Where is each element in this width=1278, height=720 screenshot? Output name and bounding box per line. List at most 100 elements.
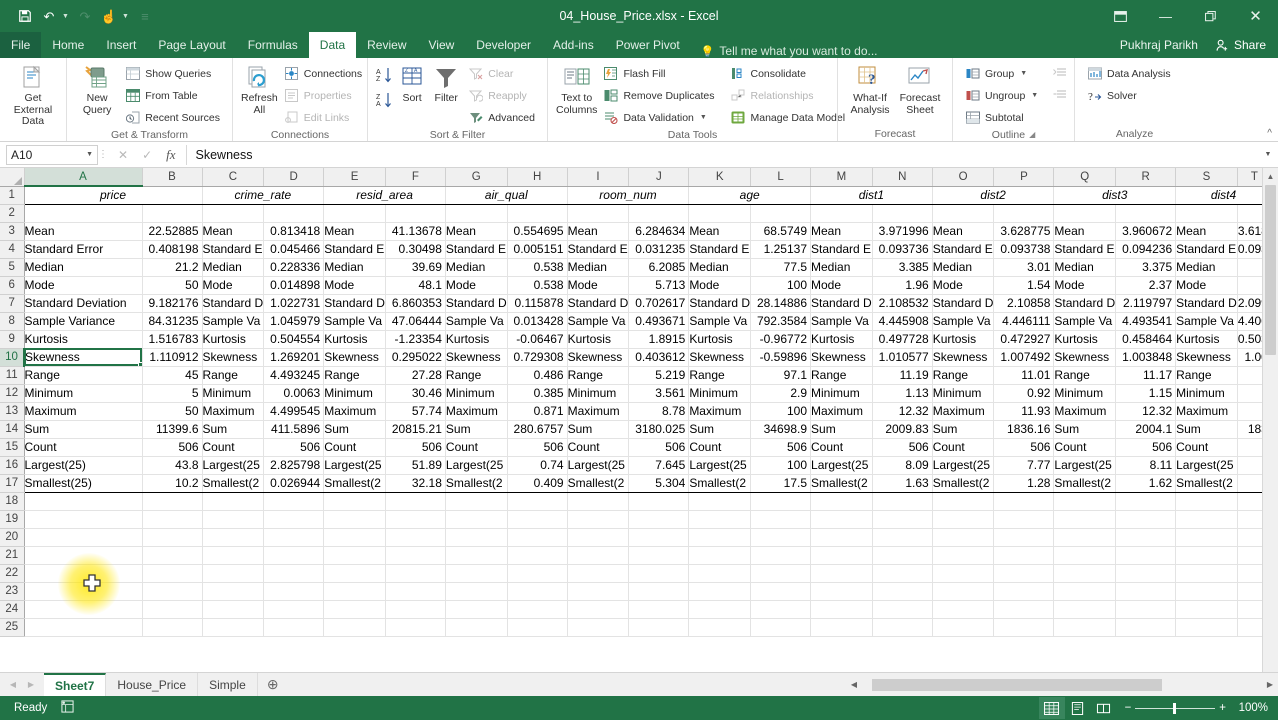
flash-fill-button[interactable]: Flash Fill [599,63,718,84]
grid-cell[interactable] [445,528,508,547]
grid-cell[interactable] [1053,204,1117,223]
tab-review[interactable]: Review [356,32,417,58]
grid-cell[interactable]: Largest(25 [1175,456,1238,475]
grid-cell[interactable]: Smallest(25) [24,474,143,493]
grid-cell[interactable]: Standard E [688,240,752,259]
outline-dialog-launcher-icon[interactable]: ◢ [1029,130,1035,139]
touch-mode-icon[interactable]: ☝ [98,5,120,27]
grid-cell[interactable]: Count [24,438,143,457]
column-header-r[interactable]: R [1115,168,1177,187]
grid-cell[interactable]: 280.6757 [507,420,568,439]
group-button[interactable]: Group ▼ [961,63,1042,84]
grid-cell[interactable]: Largest(25 [567,456,630,475]
grid-cell[interactable]: Range [24,366,143,385]
grid-cell[interactable] [24,204,143,223]
horizontal-scrollbar[interactable]: ◀ ▶ [846,673,1278,697]
grid-cell[interactable]: Standard D [445,294,508,313]
grid-cell[interactable]: 0.458464 [1115,330,1177,349]
grid-cell[interactable] [688,600,752,619]
grid-cell[interactable]: Minimum [932,384,995,403]
row-header-18[interactable]: 18 [0,492,25,511]
grid-cell[interactable]: 0.115878 [507,294,568,313]
name-box[interactable]: A10 ▼ [6,144,98,165]
grid-cell[interactable]: Sample Va [932,312,995,331]
grid-cell[interactable]: Range [567,366,630,385]
grid-cell[interactable] [24,564,143,583]
grid-cell[interactable]: Kurtosis [323,330,386,349]
grid-cell[interactable]: Skewness [932,348,995,367]
grid-cell[interactable] [810,618,873,637]
grid-cell[interactable]: 0.228336 [263,258,325,277]
normal-view-button[interactable] [1038,697,1065,719]
grid-cell[interactable]: Skewness [445,348,508,367]
grid-cell[interactable]: 50 [142,402,203,421]
grid-cell[interactable]: Count [567,438,630,457]
grid-cell[interactable]: Median [445,258,508,277]
zoom-knob[interactable] [1173,702,1177,714]
grid-cell[interactable]: 0.871 [507,402,568,421]
grid-cell[interactable] [385,600,446,619]
grid-cell[interactable]: Mode [202,276,265,295]
grid-cell[interactable] [993,510,1055,529]
grid-cell[interactable] [323,510,386,529]
grid-cell[interactable]: Count [932,438,995,457]
grid-cell[interactable]: 11.93 [993,402,1055,421]
grid-cell[interactable] [263,492,325,511]
from-table-button[interactable]: From Table [121,85,224,106]
grid-cell[interactable] [1115,546,1177,565]
grid-cell[interactable]: 3.971996 [872,222,933,241]
row-header-4[interactable]: 4 [0,240,25,259]
grid-cell[interactable]: Mean [688,222,752,241]
grid-cell[interactable] [993,600,1055,619]
grid-cell[interactable] [202,582,265,601]
share-button[interactable]: Share [1208,32,1278,58]
grid-cell[interactable]: Maximum [688,402,752,421]
grid-cell[interactable]: Range [932,366,995,385]
grid-cell[interactable] [202,546,265,565]
grid-cell[interactable]: 1.007492 [993,348,1055,367]
row-header-9[interactable]: 9 [0,330,25,349]
grid-cell[interactable] [932,600,995,619]
grid-cell[interactable]: Range [1053,366,1117,385]
vertical-scrollbar[interactable]: ▲ [1262,168,1278,672]
tab-power-pivot[interactable]: Power Pivot [605,32,691,58]
grid-cell[interactable]: Sample Va [567,312,630,331]
grid-cell[interactable] [263,528,325,547]
grid-cell[interactable]: Smallest(2 [323,474,386,493]
zoom-level-label[interactable]: 100% [1234,702,1272,714]
grid-cell[interactable] [445,510,508,529]
grid-cell[interactable] [688,582,752,601]
spreadsheet-grid[interactable]: A B C D E F G H I J K L M N O P Q R S T 1 price crime_rate resi… [0,168,1278,672]
grid-cell[interactable] [567,600,630,619]
grid-cell[interactable]: 0.493671 [628,312,690,331]
grid-cell[interactable]: 1.269201 [263,348,325,367]
grid-cell[interactable]: 6.284634 [628,222,690,241]
grid-cell[interactable]: Maximum [932,402,995,421]
grid-cell[interactable]: Standard E [1175,240,1238,259]
grid-cell[interactable]: 43.8 [142,456,203,475]
grid-cell[interactable] [507,600,568,619]
grid-cell[interactable]: Mean [202,222,265,241]
grid-cell[interactable]: Standard D [810,294,873,313]
grid-cell[interactable]: Mode [932,276,995,295]
tab-file[interactable]: File [0,32,42,58]
grid-cell[interactable] [24,546,143,565]
grid-cell[interactable] [323,492,386,511]
grid-cell[interactable] [750,600,812,619]
get-external-data-button[interactable]: Get External Data [8,61,58,128]
grid-cell[interactable]: 2.37 [1115,276,1177,295]
grid-cell[interactable]: Largest(25 [202,456,265,475]
grid-cell[interactable]: Median [323,258,386,277]
column-header-g[interactable]: G [445,168,508,187]
grid-cell[interactable] [567,564,630,583]
grid-cell[interactable] [750,564,812,583]
grid-cell[interactable]: 12.32 [1115,402,1177,421]
grid-cell[interactable]: 2.9 [750,384,812,403]
undo-icon[interactable]: ↶ [38,5,60,27]
row-header-19[interactable]: 19 [0,510,25,529]
grid-cell[interactable] [1175,204,1238,223]
row-header-24[interactable]: 24 [0,600,25,619]
grid-cell[interactable] [1053,564,1117,583]
tell-me-search[interactable]: 💡 Tell me what you want to do... [691,44,888,58]
grid-cell[interactable] [142,204,203,223]
